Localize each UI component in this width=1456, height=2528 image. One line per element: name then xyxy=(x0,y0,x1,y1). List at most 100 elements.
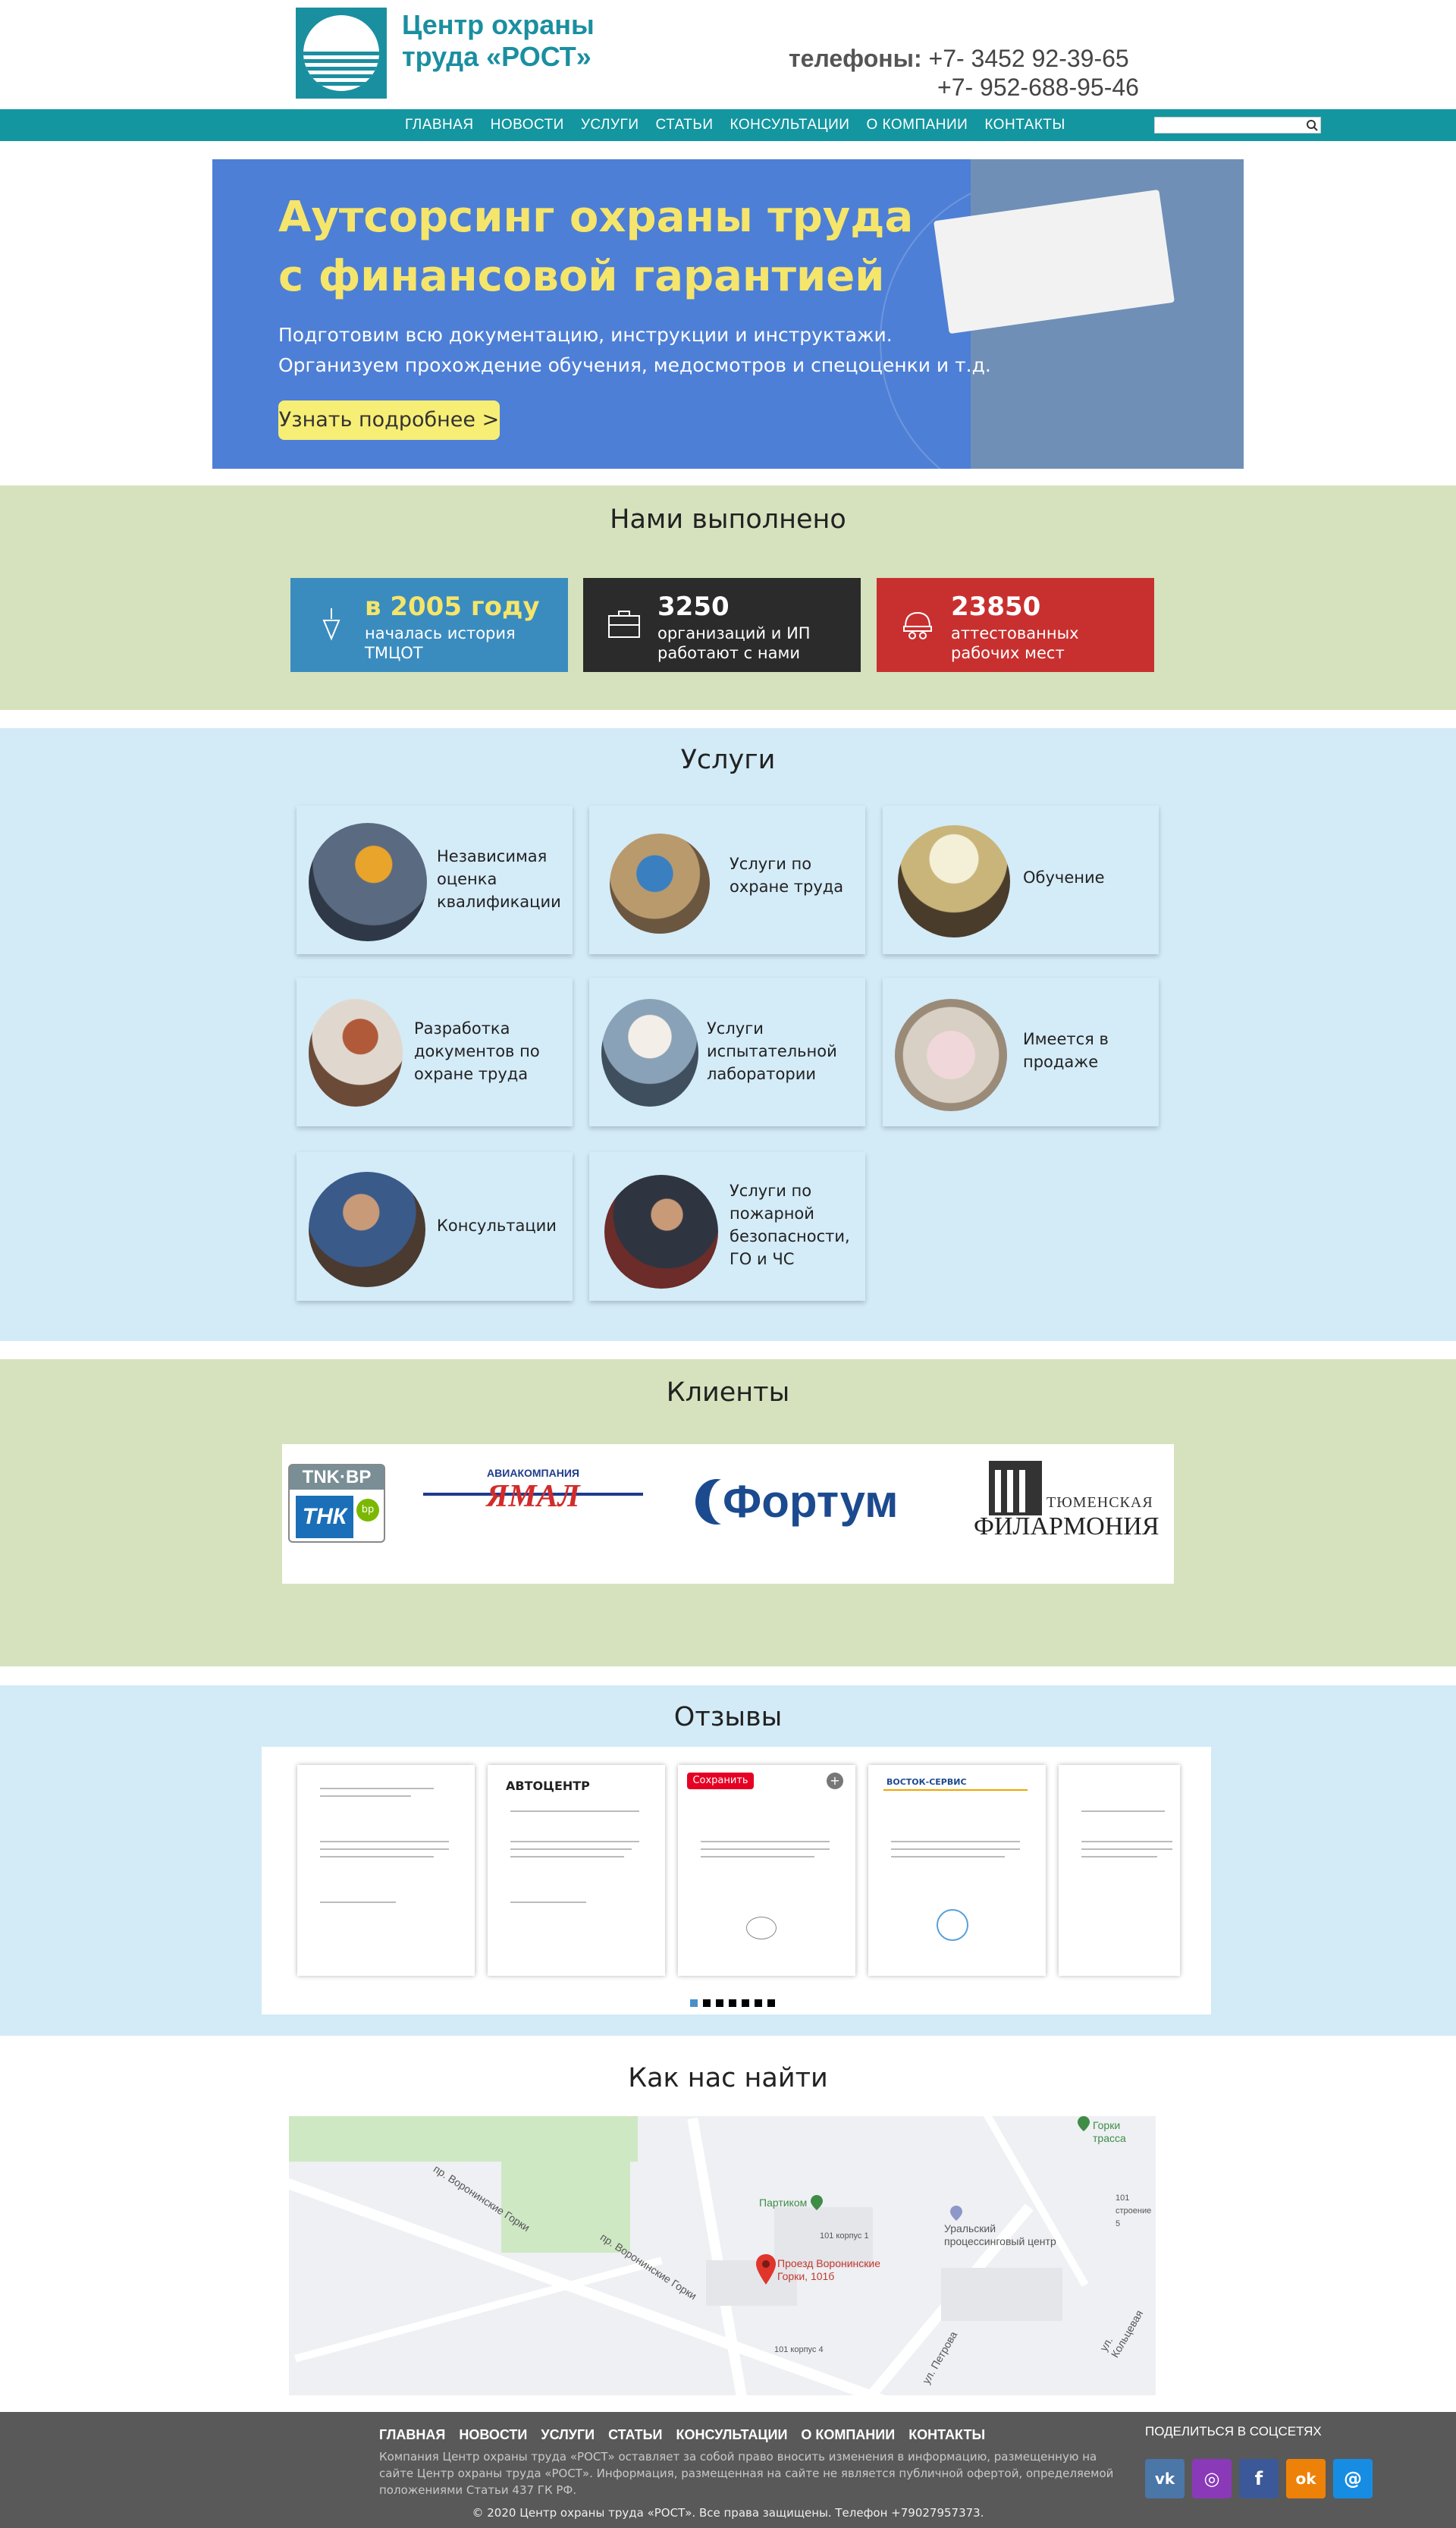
pinterest-save-button[interactable]: Сохранить xyxy=(687,1773,754,1789)
footer-nav-contacts[interactable]: КОНТАКТЫ xyxy=(908,2427,985,2443)
reviews-carousel[interactable]: АВТОЦЕНТР Сохранить + ВОСТОК-СЕРВИС xyxy=(262,1747,1211,2015)
review-document[interactable]: АВТОЦЕНТР xyxy=(488,1765,665,1976)
service-label: Консультации xyxy=(437,1217,557,1235)
footer-disclaimer: Компания Центр охраны труда «РОСТ» остав… xyxy=(379,2450,1114,2497)
location-map[interactable]: пр. Воронинские Горки пр. Воронинские Го… xyxy=(289,2116,1156,2395)
footer-nav-home[interactable]: ГЛАВНАЯ xyxy=(379,2427,445,2443)
client-logo-yamal-sub: АВИАКОМПАНИЯ xyxy=(487,1467,579,1479)
client-logo-tnkbp[interactable]: TNK·BP ТНК bp xyxy=(288,1464,385,1543)
instagram-icon[interactable]: ◎ xyxy=(1192,2459,1232,2498)
service-label: Услуги по пожарной безопасности, ГО и ЧС xyxy=(730,1182,850,1268)
review-document[interactable]: ВОСТОК-СЕРВИС xyxy=(868,1765,1046,1976)
map-building-label: 101 строение 5 xyxy=(1116,2194,1152,2228)
stat-workplaces: 23850 аттестованных рабочих мест xyxy=(877,578,1154,672)
map-building-label: 101 корпус 1 xyxy=(820,2231,869,2241)
footer-nav-consultations[interactable]: КОНСУЛЬТАЦИИ xyxy=(676,2427,787,2443)
phone-1[interactable]: +7- 3452 92-39-65 xyxy=(929,45,1129,72)
logo-line-1: Центр охраны xyxy=(402,9,595,40)
footer-nav-news[interactable]: НОВОСТИ xyxy=(459,2427,527,2443)
carousel-dot[interactable] xyxy=(742,1999,749,2007)
client-logo-fortum[interactable]: Фортум xyxy=(695,1464,930,1543)
facebook-icon[interactable]: f xyxy=(1239,2459,1279,2498)
map-poi-center[interactable]: Уральский процессинговый центр xyxy=(944,2222,1073,2248)
nav-item-about[interactable]: О КОМПАНИИ xyxy=(866,117,968,133)
map-pin-icon[interactable] xyxy=(950,2206,962,2221)
review-document[interactable] xyxy=(297,1765,475,1976)
stat-year-label: началась история ТМЦОТ xyxy=(365,624,516,662)
map-poi-partikom[interactable]: Партиком xyxy=(759,2197,807,2209)
client-logo-yamal-text: ЯМАЛ xyxy=(486,1479,580,1514)
briefcase-icon xyxy=(608,611,640,638)
services-title: Услуги xyxy=(680,745,776,775)
search-input[interactable] xyxy=(1154,117,1321,133)
carousel-dot[interactable] xyxy=(729,1999,736,2007)
review-document[interactable] xyxy=(1059,1765,1180,1976)
location-marker-icon[interactable] xyxy=(756,2254,776,2285)
zoom-icon[interactable]: + xyxy=(827,1773,843,1789)
site-footer: ГЛАВНАЯ НОВОСТИ УСЛУГИ СТАТЬИ КОНСУЛЬТАЦ… xyxy=(0,2412,1456,2528)
service-card[interactable]: Услуги по охране труда xyxy=(589,806,865,954)
service-image xyxy=(898,825,1010,937)
banner-subtitle: Подготовим всю документацию, инструкции … xyxy=(278,324,991,376)
carousel-dot[interactable] xyxy=(716,1999,723,2007)
carousel-dot[interactable] xyxy=(703,1999,711,2007)
review-document-header: АВТОЦЕНТР xyxy=(506,1779,590,1793)
nav-item-contacts[interactable]: КОНТАКТЫ xyxy=(984,117,1065,133)
vk-icon[interactable]: vk xyxy=(1145,2459,1185,2498)
service-card[interactable]: Разработка документов по охране труда xyxy=(297,978,573,1126)
odnoklassniki-icon[interactable]: ok xyxy=(1286,2459,1326,2498)
stat-year: в 2005 году началась история ТМЦОТ xyxy=(290,578,568,672)
map-poi-gorki[interactable]: Горки трасса xyxy=(1093,2119,1156,2145)
map-street-label: пр. Воронинские Горки xyxy=(598,2231,699,2303)
search-icon[interactable] xyxy=(1305,119,1319,131)
footer-nav: ГЛАВНАЯ НОВОСТИ УСЛУГИ СТАТЬИ КОНСУЛЬТАЦ… xyxy=(379,2427,999,2443)
carousel-dot[interactable] xyxy=(767,1999,775,2007)
service-card[interactable]: Услуги испытательной лаборатории xyxy=(589,978,865,1126)
client-logo-philharmonia-sub: ТЮМЕНСКАЯ xyxy=(1046,1494,1153,1511)
logo-text[interactable]: Центр охраны труда «РОСТ» xyxy=(402,9,595,73)
client-logo-yamal[interactable]: АВИАКОМПАНИЯ ЯМАЛ xyxy=(423,1467,643,1525)
service-card[interactable]: Имеется в продаже xyxy=(883,978,1159,1126)
service-card[interactable]: Консультации xyxy=(297,1152,573,1301)
service-card[interactable]: Обучение xyxy=(883,806,1159,954)
stat-year-value: в 2005 году xyxy=(365,592,540,622)
service-label: Независимая оценка квалификации xyxy=(437,847,561,911)
clients-carousel[interactable]: TNK·BP ТНК bp АВИАКОМПАНИЯ ЯМАЛ Фортум Т… xyxy=(282,1444,1174,1584)
service-label: Разработка документов по охране труда xyxy=(414,1019,540,1083)
service-image xyxy=(604,1175,718,1289)
footer-nav-services[interactable]: УСЛУГИ xyxy=(541,2427,595,2443)
phones-label: телефоны: xyxy=(789,45,922,72)
stat-workplaces-value: 23850 xyxy=(951,592,1041,622)
carousel-dot[interactable] xyxy=(690,1999,698,2007)
logo-line-2: труда «РОСТ» xyxy=(402,41,592,72)
hero-banner[interactable]: Аутсорсинг охраны труда с финансовой гар… xyxy=(212,159,1244,469)
footer-nav-about[interactable]: О КОМПАНИИ xyxy=(801,2427,895,2443)
footer-nav-articles[interactable]: СТАТЬИ xyxy=(608,2427,662,2443)
reviews-title: Отзывы xyxy=(673,1702,783,1732)
client-logo-philharmonia[interactable]: ТЮМЕНСКАЯ ФИЛАРМОНИЯ xyxy=(974,1461,1159,1555)
helmet-icon xyxy=(903,611,932,639)
learn-more-button[interactable]: Узнать подробнее > xyxy=(278,400,500,440)
share-label: ПОДЕЛИТЬСЯ В СОЦСЕТЯХ xyxy=(1145,2424,1322,2438)
logo-icon[interactable] xyxy=(296,8,387,99)
nav-item-services[interactable]: УСЛУГИ xyxy=(581,117,639,133)
clients-title: Клиенты xyxy=(666,1377,790,1408)
mail-icon[interactable]: @ xyxy=(1333,2459,1373,2498)
nav-item-articles[interactable]: СТАТЬИ xyxy=(656,117,714,133)
map-marker-label[interactable]: Проезд Воронинские Горки, 101б xyxy=(777,2257,891,2283)
map-pin-icon[interactable] xyxy=(811,2195,823,2210)
map-street-label: ул. Кольцевая xyxy=(1097,2307,1146,2360)
plumb-icon xyxy=(322,608,340,641)
service-image xyxy=(309,1172,425,1287)
carousel-dot[interactable] xyxy=(755,1999,762,2007)
review-document[interactable]: Сохранить + xyxy=(678,1765,855,1976)
nav-item-news[interactable]: НОВОСТИ xyxy=(491,117,564,133)
service-card[interactable]: Независимая оценка квалификации xyxy=(297,806,573,954)
client-logo-fortum-text: Фортум xyxy=(723,1476,899,1527)
phone-2[interactable]: +7- 952-688-95-46 xyxy=(937,74,1139,101)
nav-item-consultations[interactable]: КОНСУЛЬТАЦИИ xyxy=(730,117,850,133)
nav-item-home[interactable]: ГЛАВНАЯ xyxy=(405,117,474,133)
map-building-label: 101 корпус 4 xyxy=(774,2345,824,2354)
map-pin-icon[interactable] xyxy=(1078,2116,1090,2131)
service-card[interactable]: Услуги по пожарной безопасности, ГО и ЧС xyxy=(589,1152,865,1301)
